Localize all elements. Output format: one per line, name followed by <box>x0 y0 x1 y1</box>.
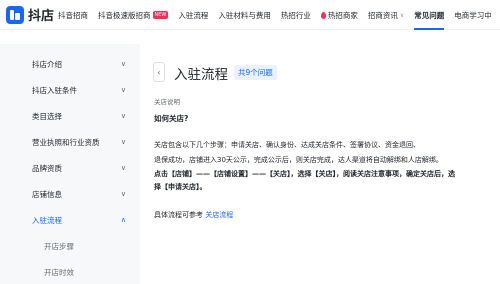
sidebar-item-label: 类目选择 <box>32 111 62 121</box>
sidebar-item-doudian-intro[interactable]: 抖店介绍 ∨ <box>0 54 140 74</box>
reference-prefix: 具体流程可参考 <box>154 211 206 219</box>
sidebar-item-entry-conditions[interactable]: 抖店入驻条件 ∨ <box>0 80 140 100</box>
answer-paragraph: 退保成功，店铺进入30天公示，完成公示后，则关店完成，达人渠道将自动解绑和人店解… <box>154 156 443 164</box>
nav-item-lite-merchant[interactable]: 抖音极速版招商 NEW <box>98 0 169 30</box>
chevron-down-icon: ∨ <box>399 11 405 19</box>
nav-label: 热招商家 <box>327 10 358 20</box>
answer-steps: 点击【店铺】——【店铺设置】——【关店】，选择【关店】，阅读关店注意事项，确定关… <box>154 170 455 178</box>
fire-icon <box>320 11 326 19</box>
chevron-down-icon: ∨ <box>120 86 126 94</box>
chevron-down-icon: ∨ <box>120 138 126 146</box>
sidebar-item-label: 营业执照和行业资质 <box>32 137 100 147</box>
sidebar-item-entry-process[interactable]: 入驻流程 ∧ <box>0 210 140 230</box>
sidebar-item-brand-qualification[interactable]: 品牌资质 ∨ <box>0 158 140 178</box>
section-label: 关店说明 <box>154 98 180 106</box>
page-title: 入驻流程 <box>174 67 228 83</box>
sidebar-subitem-store-steps[interactable]: 开店步骤 <box>0 236 140 256</box>
nav-item-hot-industries[interactable]: 热招行业 <box>281 0 311 30</box>
chevron-down-icon: ∨ <box>120 112 126 120</box>
sidebar-item-label: 抖店介绍 <box>32 59 62 69</box>
nav-label: 抖音极速版招商 <box>98 10 151 20</box>
sidebar-item-label: 开店步骤 <box>44 241 74 251</box>
nav-label: 入驻流程 <box>178 10 209 20</box>
chevron-down-icon: ∨ <box>120 164 126 172</box>
answer-steps: 择【申请关店】。 <box>154 183 207 191</box>
nav-label: 热招行业 <box>280 10 311 20</box>
reference-line: 具体流程可参考 关店流程 <box>154 210 233 220</box>
nav-item-douyin-merchant[interactable]: 抖音招商 <box>58 0 88 30</box>
back-button[interactable]: ‹ <box>153 62 165 82</box>
nav-item-entry-process[interactable]: 入驻流程 <box>178 0 208 30</box>
nav-label: 电商学习中 <box>454 10 492 20</box>
sidebar-subitem-store-timing[interactable]: 开店时效 <box>0 262 140 282</box>
nav-label: 招商资讯 <box>367 10 398 20</box>
chevron-up-icon: ∧ <box>120 216 126 224</box>
chevron-down-icon: ∨ <box>120 60 126 68</box>
nav-label: 入驻材料与费用 <box>218 10 271 20</box>
new-badge: NEW <box>152 11 169 19</box>
sidebar-item-label: 品牌资质 <box>32 163 62 173</box>
sidebar-item-label: 入驻流程 <box>32 215 62 225</box>
main-nav: 抖音招商 抖音极速版招商 NEW 入驻流程 入驻材料与费用 热招行业 热招商家 招… <box>58 0 500 30</box>
brand-name: 抖店 <box>28 9 55 24</box>
nav-item-faq[interactable]: 常见问题 <box>414 0 445 30</box>
question-heading: 如何关店? <box>154 114 189 123</box>
sidebar-item-category-selection[interactable]: 类目选择 ∨ <box>0 106 140 126</box>
sidebar-item-label: 开店时效 <box>44 267 74 277</box>
sidebar-item-license-qualification[interactable]: 营业执照和行业资质 ∨ <box>0 132 140 152</box>
chevron-left-icon: ‹ <box>157 67 161 77</box>
nav-label: 抖音招商 <box>58 10 88 20</box>
sidebar-item-store-info[interactable]: 店铺信息 ∨ <box>0 184 140 204</box>
top-navigation-bar: 抖店 抖音招商 抖音极速版招商 NEW 入驻流程 入驻材料与费用 热招行业 热招商… <box>0 0 500 30</box>
sidebar-item-label: 店铺信息 <box>32 189 62 199</box>
nav-item-hot-merchants[interactable]: 热招商家 <box>320 0 358 30</box>
sidebar-item-label: 抖店入驻条件 <box>32 85 77 95</box>
nav-label: 常见问题 <box>414 10 445 20</box>
brand-logo[interactable]: 抖店 <box>6 5 54 24</box>
nav-item-merchant-news[interactable]: 招商资讯 ∨ <box>368 0 404 30</box>
nav-item-materials-fees[interactable]: 入驻材料与费用 <box>218 0 271 30</box>
nav-item-ecommerce-learning[interactable]: 电商学习中 <box>454 0 492 30</box>
question-count-badge: 共9个问题 <box>234 65 277 80</box>
sidebar: 抖店介绍 ∨ 抖店入驻条件 ∨ 类目选择 ∨ 营业执照和行业资质 ∨ 品牌资质 ∨ 店铺信… <box>0 44 140 284</box>
answer-paragraph: 关店包含以下几个步骤：申请关店、确认身份、达成关店条件、签署协议、资金退回、 <box>154 141 420 149</box>
chevron-down-icon: ∨ <box>120 190 126 198</box>
doudian-logo-icon <box>6 5 24 24</box>
close-store-process-link[interactable]: 关店流程 <box>205 211 233 219</box>
